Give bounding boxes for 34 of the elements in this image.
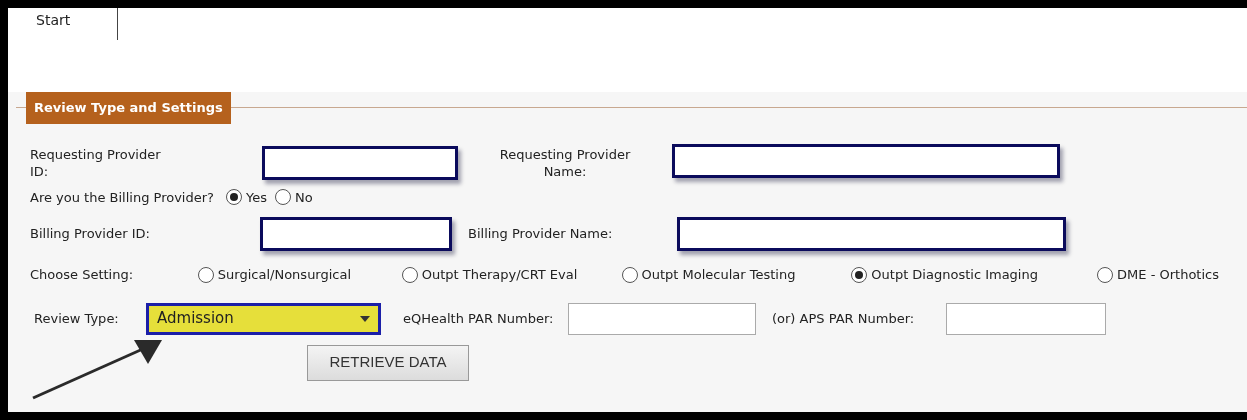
section-title: Review Type and Settings	[26, 92, 231, 124]
input-field[interactable]	[262, 145, 458, 180]
field-label: Choose Setting:	[30, 266, 135, 284]
radio-button[interactable]	[1097, 266, 1114, 283]
radio-option[interactable]: Yes	[226, 187, 267, 207]
field-label: (or) APS PAR Number:	[772, 309, 916, 328]
radio-button[interactable]	[197, 266, 214, 283]
radio-button[interactable]	[226, 189, 242, 206]
field-label: eQHealth PAR Number:	[403, 309, 555, 328]
field-label: Billing Provider ID:	[30, 225, 151, 244]
radio-button[interactable]	[275, 189, 291, 206]
radio-button[interactable]	[621, 266, 638, 283]
input-field[interactable]	[672, 143, 1060, 178]
radio-option[interactable]: Surgical/Nonsurgical	[197, 265, 402, 285]
radio-option[interactable]: Outpt Therapy/CRT Eval	[401, 265, 622, 285]
field-label: Are you the Billing Provider?	[30, 188, 214, 207]
radio-button[interactable]	[851, 266, 868, 283]
input-field[interactable]	[568, 302, 756, 335]
radio-option[interactable]: Outpt Diagnostic Imaging	[851, 265, 1098, 285]
caret-icon	[360, 315, 370, 322]
radio-option[interactable]: DME - Orthotics	[1097, 265, 1247, 285]
start-tab[interactable]: Start	[36, 12, 71, 28]
retrieve-data-button[interactable]: RETRIEVE DATA	[307, 344, 469, 381]
input-field[interactable]	[946, 302, 1106, 335]
review-type-dropdown[interactable]: Admission	[146, 302, 381, 335]
radio-button[interactable]	[401, 266, 418, 283]
input-field[interactable]	[677, 217, 1066, 251]
field-label: Review Type:	[34, 309, 120, 328]
field-label: Requesting Provider Name:	[498, 145, 632, 180]
input-field[interactable]	[260, 217, 452, 251]
radio-option[interactable]: No	[275, 187, 313, 207]
field-label: Billing Provider Name:	[468, 225, 614, 244]
radio-option[interactable]: Outpt Molecular Testing	[621, 265, 852, 285]
field-label: Requesting Provider ID:	[30, 145, 162, 180]
